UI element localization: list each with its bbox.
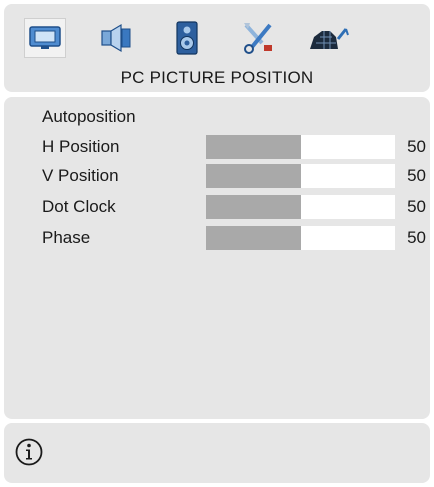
menu-item-h-position[interactable]: H Position 50 (4, 133, 430, 161)
slider-fill (206, 226, 301, 250)
phase-slider[interactable] (206, 226, 395, 250)
phase-value: 50 (407, 228, 426, 247)
menu-tabs (24, 18, 350, 58)
content-panel: Autoposition H Position 50 V Position 50… (4, 97, 430, 419)
header-panel: PC PICTURE POSITION (4, 4, 430, 92)
tab-install[interactable] (308, 18, 350, 58)
speaker-icon (101, 23, 131, 53)
v-position-value: 50 (407, 166, 426, 185)
tab-sound[interactable] (95, 18, 137, 58)
menu-title: PC PICTURE POSITION (120, 68, 314, 87)
menu-item-autoposition[interactable]: Autoposition (4, 103, 430, 131)
loudspeaker-box-icon (176, 21, 198, 55)
antenna-dish-icon (310, 28, 349, 49)
slider-fill (206, 195, 301, 219)
tools-icon (244, 23, 272, 54)
info-icon[interactable] (14, 437, 44, 467)
slider-fill (206, 135, 301, 159)
menu-item-dot-clock[interactable]: Dot Clock 50 (4, 193, 430, 221)
footer-panel (4, 423, 430, 483)
menu-item-phase[interactable]: Phase 50 (4, 224, 430, 252)
h-position-value: 50 (407, 137, 426, 156)
tab-picture[interactable] (24, 18, 66, 58)
tab-features[interactable] (237, 18, 279, 58)
v-position-slider[interactable] (206, 164, 395, 188)
h-position-slider[interactable] (206, 135, 395, 159)
dot-clock-value: 50 (407, 197, 426, 216)
monitor-icon (29, 26, 61, 49)
menu-item-label: Phase (42, 228, 91, 247)
menu-item-v-position[interactable]: V Position 50 (4, 162, 430, 190)
menu-item-label: Autoposition (42, 107, 136, 126)
menu-item-label: H Position (42, 137, 120, 156)
osd-menu: PC PICTURE POSITION Autoposition H Posit… (4, 4, 430, 483)
menu-item-label: V Position (42, 166, 119, 185)
dot-clock-slider[interactable] (206, 195, 395, 219)
menu-item-label: Dot Clock (42, 197, 116, 216)
tab-audio-output[interactable] (166, 18, 208, 58)
slider-fill (206, 164, 301, 188)
